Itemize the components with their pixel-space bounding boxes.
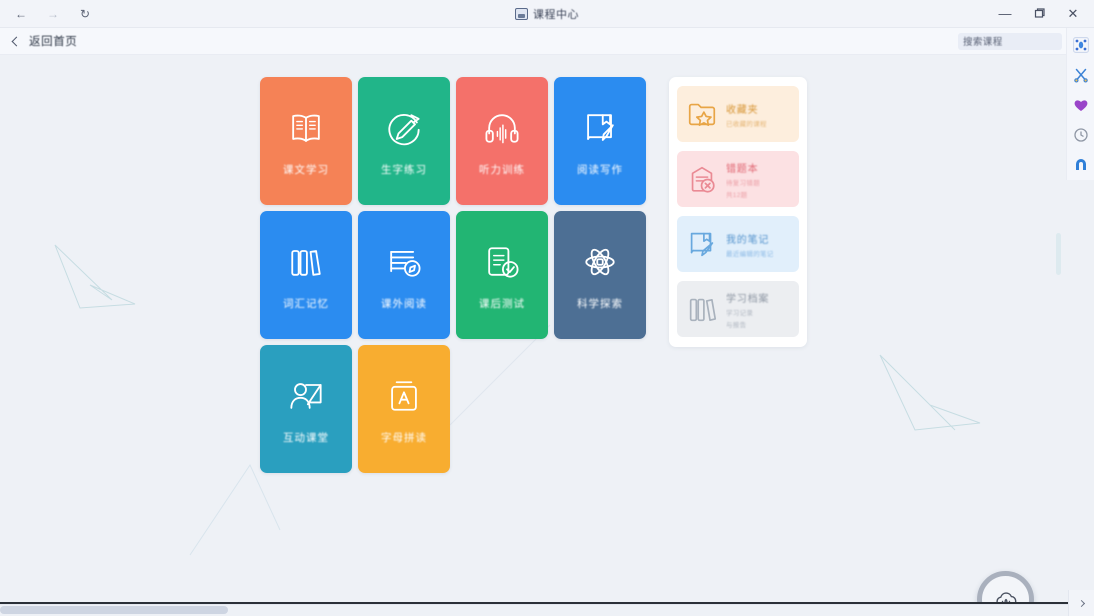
side-item-notes[interactable]: 我的笔记 最近编辑的笔记 — [677, 216, 799, 272]
horizontal-scrollbar-track[interactable] — [0, 604, 1068, 616]
tile-label: 字母拼读 — [381, 431, 427, 444]
nav-back-button[interactable]: ← — [12, 5, 30, 23]
tile-label: 听力训练 — [479, 163, 525, 176]
back-to-home-button[interactable]: 返回首页 — [0, 33, 77, 49]
books-shelf-icon — [685, 292, 719, 326]
search-input-value: 搜索课程 — [963, 37, 1003, 48]
side-item-text: 错题本 待复习错题 共12题 — [726, 160, 760, 199]
window-title: 课程中心 — [0, 6, 1094, 22]
tile-label: 科学探索 — [577, 297, 623, 310]
magnet-icon — [1075, 159, 1086, 170]
course-tile-grid: 课文学习 生字练习 听力训练 阅读写作 词汇记忆 课外阅读 课后测试 科学探索 … — [260, 77, 660, 473]
side-item-sub: 最近编辑的笔记 — [726, 250, 774, 258]
rail-scissors-button[interactable] — [1070, 64, 1092, 86]
right-tool-rail — [1066, 28, 1094, 180]
rail-share-nodes-button[interactable] — [1070, 34, 1092, 56]
side-item-sub: 学习记录 — [726, 309, 754, 317]
minimize-button[interactable]: — — [996, 5, 1014, 23]
folder-star-icon — [685, 97, 719, 131]
doc-x-icon — [685, 162, 719, 196]
side-item-text: 我的笔记 最近编辑的笔记 — [726, 231, 774, 258]
side-item-wrong-book[interactable]: 错题本 待复习错题 共12题 — [677, 151, 799, 207]
window-controls: — ✕ — [996, 5, 1094, 23]
scissors-person-icon — [1073, 68, 1088, 83]
book-pencil-icon — [685, 227, 719, 261]
scroll-right-button[interactable] — [1068, 590, 1094, 616]
tile-label: 课文学习 — [283, 163, 329, 176]
side-item-archive[interactable]: 学习档案 学习记录 与报告 — [677, 281, 799, 337]
nav-forward-button[interactable]: → — [44, 5, 62, 23]
side-item-title: 收藏夹 — [726, 104, 759, 116]
main-content: 课文学习 生字练习 听力训练 阅读写作 词汇记忆 课外阅读 课后测试 科学探索 … — [0, 55, 1094, 616]
tile-pencil-circle[interactable]: 生字练习 — [358, 77, 450, 205]
tile-presenter[interactable]: 互动课堂 — [260, 345, 352, 473]
title-bar-nav: ← → ↻ — [0, 5, 94, 23]
share-nodes-icon — [1072, 37, 1089, 53]
tile-book-pen[interactable]: 阅读写作 — [554, 77, 646, 205]
moon-clock-icon — [1073, 128, 1088, 142]
tile-label: 互动课堂 — [283, 431, 329, 444]
page-header: 返回首页 搜索课程 — [0, 28, 1094, 55]
back-label: 返回首页 — [29, 36, 78, 48]
quick-access-panel: 收藏夹 已收藏的课程 错题本 待复习错题 共12题 我的笔记 最近编辑的笔记 学… — [669, 77, 807, 347]
presenter-icon — [284, 374, 328, 418]
tile-books-compass[interactable]: 课外阅读 — [358, 211, 450, 339]
horizontal-scrollbar-thumb[interactable] — [0, 606, 228, 614]
book-pen-icon — [578, 106, 622, 150]
rail-favorite-button[interactable] — [1070, 94, 1092, 116]
close-button[interactable]: ✕ — [1064, 5, 1082, 23]
headphones-icon — [480, 106, 524, 150]
restore-icon — [1034, 8, 1045, 18]
vertical-scrollbar[interactable] — [1056, 233, 1061, 275]
tile-books-row[interactable]: 词汇记忆 — [260, 211, 352, 339]
chevron-left-icon — [11, 36, 22, 46]
books-row-icon — [284, 240, 328, 284]
chevron-right-icon — [1077, 599, 1086, 607]
doc-check-icon — [480, 240, 524, 284]
rail-history-button[interactable] — [1070, 124, 1092, 146]
heart-icon — [1074, 100, 1087, 111]
books-compass-icon — [382, 240, 426, 284]
tile-label: 词汇记忆 — [283, 297, 329, 310]
search-input[interactable]: 搜索课程 — [958, 32, 1062, 50]
tile-open-book[interactable]: 课文学习 — [260, 77, 352, 205]
app-window: ← → ↻ 课程中心 — ✕ 返回首页 搜索课程 课文学习 生字练习 听力训练 … — [0, 0, 1094, 616]
app-window-icon — [515, 7, 528, 20]
side-item-favorites[interactable]: 收藏夹 已收藏的课程 — [677, 86, 799, 142]
nav-refresh-button[interactable]: ↻ — [76, 5, 94, 23]
rail-magnet-button[interactable] — [1070, 154, 1092, 176]
pencil-circle-icon — [382, 106, 426, 150]
tile-headphones[interactable]: 听力训练 — [456, 77, 548, 205]
side-item-text: 学习档案 学习记录 与报告 — [726, 290, 769, 329]
tile-label: 生字练习 — [381, 163, 427, 176]
tile-letter-a-jar[interactable]: 字母拼读 — [358, 345, 450, 473]
tile-atom[interactable]: 科学探索 — [554, 211, 646, 339]
side-item-sub: 待复习错题 — [726, 179, 760, 187]
tile-doc-check[interactable]: 课后测试 — [456, 211, 548, 339]
title-bar: ← → ↻ 课程中心 — ✕ — [0, 0, 1094, 28]
window-title-text: 课程中心 — [533, 8, 579, 21]
side-item-title: 错题本 — [726, 163, 759, 175]
letter-a-jar-icon — [382, 374, 426, 418]
atom-icon — [578, 240, 622, 284]
side-item-title: 学习档案 — [726, 293, 770, 305]
open-book-icon — [284, 106, 328, 150]
side-item-sub2: 共12题 — [726, 191, 748, 199]
side-item-sub: 已收藏的课程 — [726, 120, 767, 128]
tile-label: 阅读写作 — [577, 163, 623, 176]
tile-label: 课后测试 — [479, 297, 525, 310]
side-item-text: 收藏夹 已收藏的课程 — [726, 101, 767, 128]
tile-label: 课外阅读 — [381, 297, 427, 310]
side-item-title: 我的笔记 — [726, 234, 770, 246]
restore-button[interactable] — [1030, 5, 1048, 23]
side-item-sub2: 与报告 — [726, 321, 747, 329]
